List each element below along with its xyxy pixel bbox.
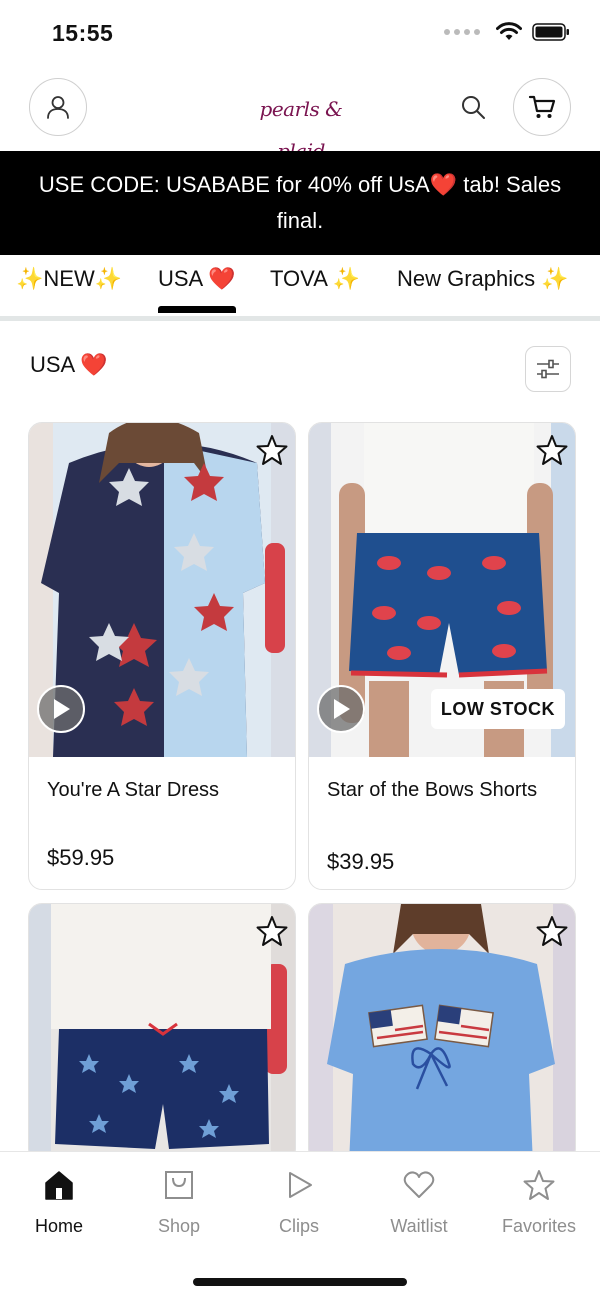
product-name[interactable]: You're A Star Dress xyxy=(47,775,277,806)
home-icon xyxy=(45,1171,73,1200)
favorite-star-icon[interactable] xyxy=(535,433,569,467)
product-card[interactable]: LOW STOCK Star of the Bows Shorts $39.95 xyxy=(308,422,576,890)
nav-shop[interactable]: Shop xyxy=(124,1168,234,1237)
tab-label: ✨NEW✨ xyxy=(16,266,123,291)
product-image[interactable]: LOW STOCK xyxy=(309,423,575,757)
product-price: $59.95 xyxy=(47,845,115,870)
tab-label: New Graphics ✨ xyxy=(397,266,569,291)
wifi-icon xyxy=(496,22,522,40)
nav-waitlist[interactable]: Waitlist xyxy=(364,1168,474,1237)
nav-label: Waitlist xyxy=(390,1216,448,1236)
home-indicator xyxy=(193,1278,407,1286)
promo-banner[interactable]: USE CODE: USABABE for 40% off UsA❤️ tab!… xyxy=(0,151,600,255)
search-icon xyxy=(462,96,485,119)
tab-label: TOVA ✨ xyxy=(270,266,361,291)
low-stock-badge: LOW STOCK xyxy=(430,689,565,729)
favorite-star-icon[interactable] xyxy=(535,914,569,948)
sliders-icon xyxy=(537,359,559,379)
status-icons xyxy=(444,22,570,42)
play-icon xyxy=(54,699,70,719)
product-name[interactable]: Star of the Bows Shorts xyxy=(327,775,557,806)
product-image[interactable] xyxy=(309,904,575,1162)
nav-label: Clips xyxy=(278,1216,319,1236)
tabs-divider xyxy=(0,316,600,321)
nav-label: Shop xyxy=(157,1216,201,1236)
play-icon xyxy=(289,1172,312,1198)
tab-new-graphics[interactable]: New Graphics ✨ xyxy=(397,265,569,313)
status-time: 15:55 xyxy=(52,20,114,46)
tab-tova[interactable]: TOVA ✨ xyxy=(270,265,360,313)
play-icon xyxy=(334,699,350,719)
tab-new[interactable]: ✨NEW✨ xyxy=(16,265,122,313)
brand-logo[interactable]: pearls & plaid xyxy=(236,88,366,163)
cart-icon xyxy=(528,95,556,118)
active-tab-indicator xyxy=(158,306,236,313)
battery-icon xyxy=(532,23,569,41)
product-image[interactable] xyxy=(29,423,295,757)
tab-label: USA ❤️ xyxy=(158,266,236,291)
search-button[interactable] xyxy=(458,92,488,122)
favorite-star-icon[interactable] xyxy=(255,433,289,467)
product-image[interactable] xyxy=(29,904,295,1162)
filter-button[interactable] xyxy=(525,346,571,392)
account-icon xyxy=(47,96,69,119)
category-tabs: ✨NEW✨ USA ❤️ TOVA ✨ New Graphics ✨ xyxy=(0,255,600,321)
shopping-bag-icon xyxy=(165,1171,193,1199)
app-header: pearls & plaid xyxy=(0,78,600,163)
product-price: $39.95 xyxy=(327,849,395,874)
cart-button[interactable] xyxy=(513,78,571,136)
promo-text: USE CODE: USABABE for 40% off UsA❤️ tab!… xyxy=(38,172,562,233)
play-video-button[interactable] xyxy=(317,685,365,733)
bottom-navigation: Home Shop Clips Waitlist Favorites xyxy=(0,1151,600,1299)
favorite-star-icon[interactable] xyxy=(255,914,289,948)
signal-icon xyxy=(444,29,480,35)
heart-icon xyxy=(403,1171,435,1198)
play-video-button[interactable] xyxy=(37,685,85,733)
product-card[interactable]: You're A Star Dress $59.95 xyxy=(28,422,296,890)
account-button[interactable] xyxy=(29,78,87,136)
nav-label: Favorites xyxy=(501,1216,577,1236)
tab-usa[interactable]: USA ❤️ xyxy=(158,265,236,313)
nav-favorites[interactable]: Favorites xyxy=(484,1168,594,1237)
product-card[interactable] xyxy=(28,903,296,1163)
product-card[interactable] xyxy=(308,903,576,1163)
nav-clips[interactable]: Clips xyxy=(244,1168,354,1237)
star-icon xyxy=(523,1170,555,1200)
nav-home[interactable]: Home xyxy=(4,1168,114,1237)
nav-label: Home xyxy=(34,1216,83,1236)
section-title: USA ❤️ xyxy=(30,352,108,377)
status-bar: 15:55 xyxy=(0,0,600,66)
